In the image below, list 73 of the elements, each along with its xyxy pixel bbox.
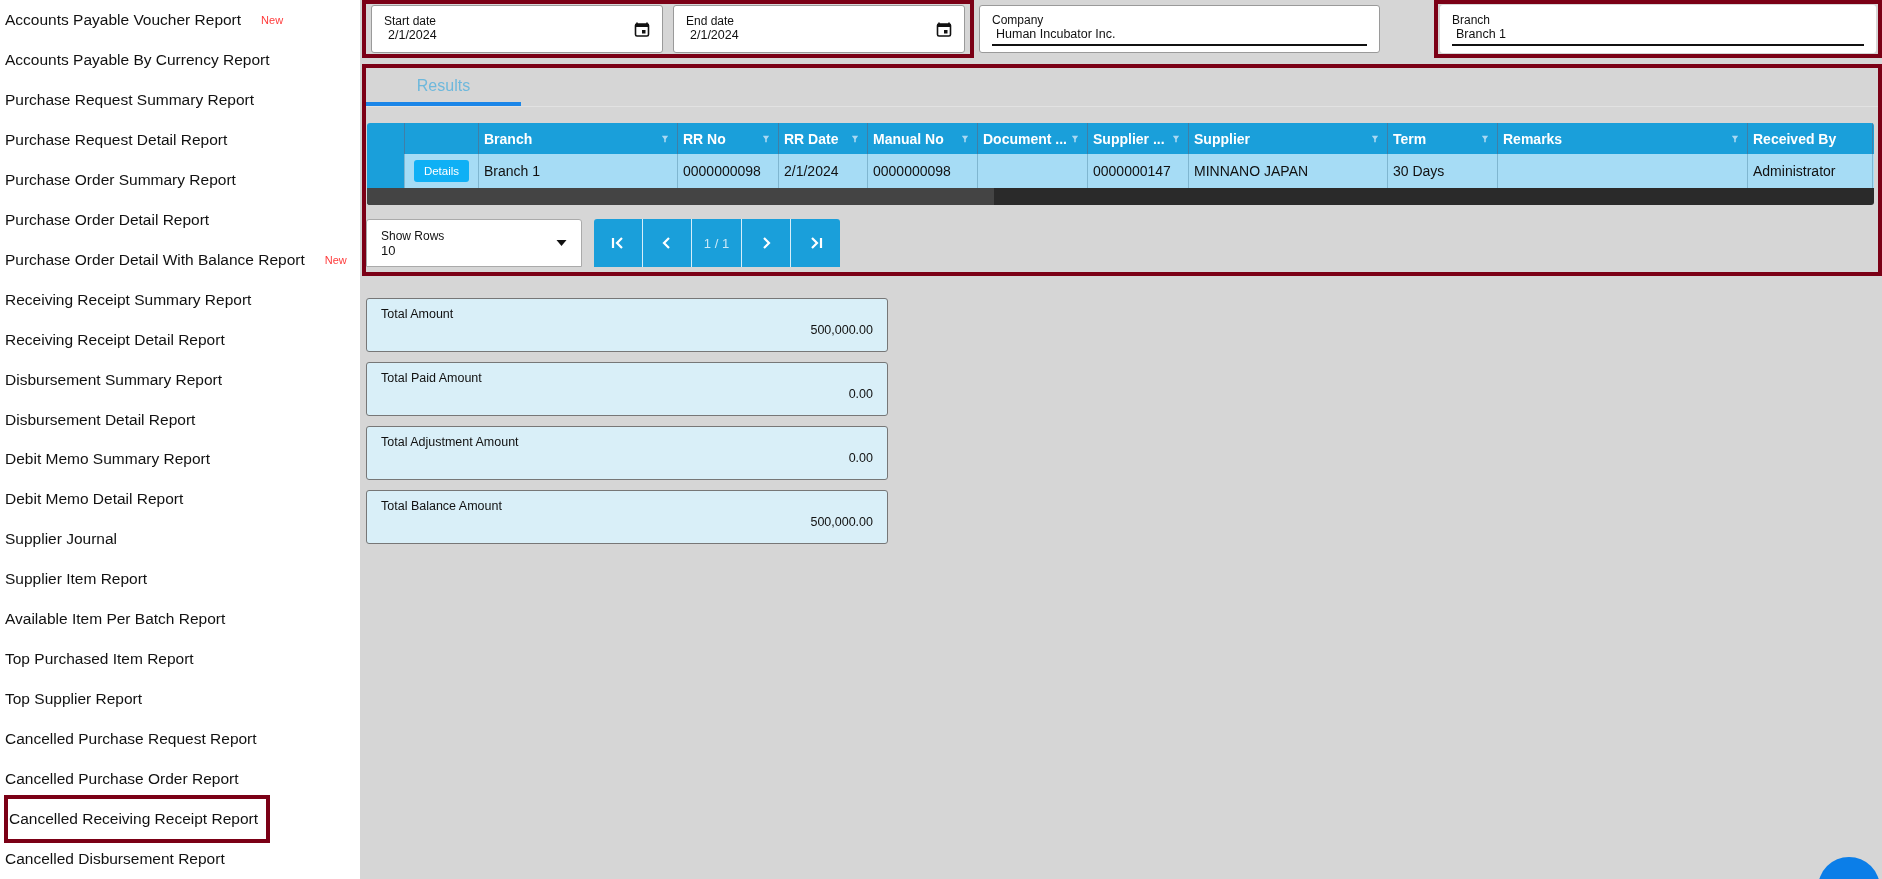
select-field[interactable]: Company Human Incubator Inc. bbox=[979, 5, 1380, 53]
summary-value: 500,000.00 bbox=[810, 515, 873, 529]
sidebar-item[interactable]: Purchase Request Detail Report bbox=[0, 119, 228, 160]
sidebar-item[interactable]: Purchase Order Detail With Balance Report New bbox=[0, 239, 347, 280]
sidebar-item[interactable]: Purchase Order Summary Report bbox=[0, 159, 236, 200]
filter-icon[interactable] bbox=[1481, 134, 1489, 143]
sidebar-item[interactable]: Available Item Per Batch Report bbox=[0, 599, 226, 640]
new-label: New bbox=[261, 13, 284, 26]
sidebar-item[interactable]: Disbursement Summary Report bbox=[0, 359, 223, 400]
filter-icon[interactable] bbox=[961, 134, 969, 143]
sidebar-item[interactable]: Supplier Journal bbox=[0, 519, 200, 560]
summary-label: Total Balance Amount bbox=[381, 499, 502, 513]
sidebar-item[interactable]: Debit Memo Detail Report bbox=[0, 479, 200, 520]
sidebar-item-label: Purchase Order Summary Report bbox=[5, 170, 236, 189]
sidebar-item-label: Supplier Item Report bbox=[5, 570, 148, 589]
filter-icon[interactable] bbox=[762, 134, 770, 143]
sidebar-item[interactable]: Accounts Payable Voucher Report New bbox=[0, 0, 284, 40]
sidebar-item-label: Disbursement Detail Report bbox=[5, 410, 196, 429]
sidebar-item[interactable]: Debit Memo Summary Report bbox=[0, 439, 210, 480]
sidebar-item[interactable]: Disbursement Detail Report bbox=[0, 399, 200, 440]
filter-icon[interactable] bbox=[1731, 134, 1739, 143]
caret-icon bbox=[556, 240, 567, 246]
sidebar-item-label: Accounts Payable By Currency Report bbox=[5, 50, 270, 69]
sidebar-item[interactable]: Cancelled Receiving Receipt Report bbox=[4, 795, 270, 843]
sidebar-item-label: Receiving Receipt Detail Report bbox=[5, 330, 225, 349]
horizontal-scrollbar[interactable] bbox=[367, 188, 1874, 205]
summary-value: 500,000.00 bbox=[810, 323, 873, 337]
filter-icon[interactable] bbox=[661, 134, 669, 143]
sidebar-item[interactable]: Receiving Receipt Detail Report bbox=[0, 319, 225, 360]
summary-value: 0.00 bbox=[848, 387, 873, 401]
sidebar-item-label: Supplier Journal bbox=[5, 530, 117, 549]
sidebar-item[interactable]: Supplier Item Report bbox=[0, 559, 200, 600]
sidebar-item-label: Cancelled Purchase Order Report bbox=[5, 770, 239, 789]
summary-label: Total Amount bbox=[381, 307, 454, 321]
page-indicator: 1 / 1 bbox=[692, 219, 742, 267]
filter-icon[interactable] bbox=[1071, 134, 1079, 143]
sidebar-item[interactable]: Purchase Order Detail Report bbox=[0, 199, 210, 240]
sidebar-item-label: Top Purchased Item Report bbox=[5, 650, 194, 669]
sidebar-item-label: Purchase Order Detail Report bbox=[5, 210, 210, 229]
first-page-icon bbox=[610, 235, 626, 251]
sidebar-item[interactable]: Cancelled Purchase Request Report bbox=[0, 719, 257, 760]
calendar-icon[interactable] bbox=[634, 21, 650, 37]
sidebar-item-label: Top Supplier Report bbox=[5, 690, 142, 709]
scrollbar-thumb[interactable] bbox=[367, 188, 994, 205]
sidebar-item-label: Cancelled Receiving Receipt Report bbox=[9, 810, 258, 829]
sidebar-item-label: Available Item Per Batch Report bbox=[5, 610, 226, 629]
filter-icon[interactable] bbox=[1371, 134, 1379, 143]
sidebar-item-label: Accounts Payable Voucher Report bbox=[5, 10, 242, 29]
date-field[interactable]: Start date 2/1/2024 bbox=[371, 5, 663, 53]
sidebar-item[interactable]: Top Purchased Item Report bbox=[0, 639, 200, 680]
select-field[interactable]: Branch Branch 1 bbox=[1440, 5, 1876, 53]
sidebar-item-label: Disbursement Summary Report bbox=[5, 370, 223, 389]
sidebar-item-label: Purchase Request Detail Report bbox=[5, 130, 228, 149]
sidebar-item-label: Cancelled Disbursement Report bbox=[5, 850, 225, 868]
summary-label: Total Adjustment Amount bbox=[381, 435, 519, 449]
summary-label: Total Paid Amount bbox=[381, 371, 482, 385]
summary-value: 0.00 bbox=[848, 451, 873, 465]
calendar-icon[interactable] bbox=[936, 21, 952, 37]
sidebar-item-label: Cancelled Purchase Request Report bbox=[5, 730, 257, 749]
sidebar-item-label: Purchase Request Summary Report bbox=[5, 90, 254, 109]
sidebar-item[interactable]: Receiving Receipt Summary Report bbox=[0, 279, 252, 320]
sidebar-item-label: Debit Memo Summary Report bbox=[5, 450, 210, 469]
new-label: New bbox=[324, 253, 347, 266]
sidebar-item-label: Debit Memo Detail Report bbox=[5, 490, 184, 509]
filter-icon[interactable] bbox=[851, 134, 859, 143]
sidebar-item-label: Purchase Order Detail With Balance Report bbox=[5, 250, 305, 269]
sidebar-item[interactable]: Accounts Payable By Currency Report bbox=[0, 39, 270, 80]
date-field[interactable]: End date 2/1/2024 bbox=[673, 5, 965, 53]
filter-icon[interactable] bbox=[1172, 134, 1180, 143]
show-rows-select[interactable]: Show Rows 10 bbox=[366, 219, 582, 267]
sidebar-item[interactable]: Purchase Request Summary Report bbox=[0, 79, 254, 120]
sidebar-item[interactable]: Top Supplier Report bbox=[0, 679, 200, 720]
sidebar-item-label: Receiving Receipt Summary Report bbox=[5, 290, 252, 309]
